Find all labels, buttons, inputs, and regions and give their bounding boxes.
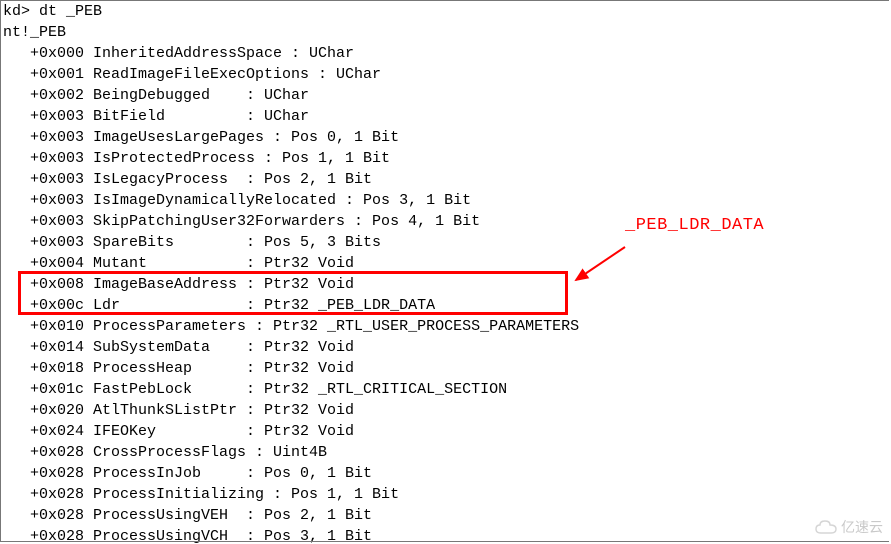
- annotation-label: _PEB_LDR_DATA: [625, 215, 764, 236]
- watermark-text: 亿速云: [841, 517, 883, 538]
- watermark: 亿速云: [815, 517, 883, 538]
- cloud-icon: [815, 520, 837, 536]
- output-frame: [0, 0, 889, 542]
